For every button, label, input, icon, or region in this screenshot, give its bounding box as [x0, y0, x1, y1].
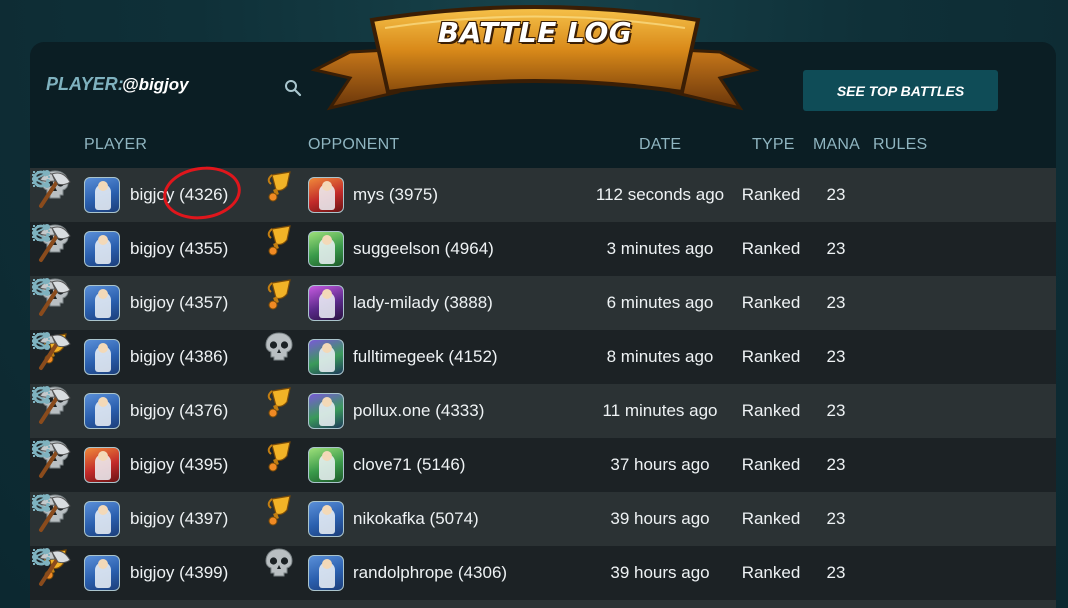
mana-cap: 23: [826, 239, 846, 258]
player-avatar[interactable]: [84, 231, 120, 267]
share-icon[interactable]: [30, 384, 52, 411]
opponent-name-rating[interactable]: nikokafka (5074): [353, 509, 479, 529]
battle-type: Ranked: [741, 347, 801, 366]
search-icon[interactable]: [284, 79, 302, 97]
battle-date: 112 seconds ago: [595, 185, 725, 204]
table-row[interactable]: bigjoy (4355) suggeelson (4964) 3 minute…: [30, 222, 1056, 276]
battle-date: 11 minutes ago: [602, 401, 718, 420]
player-name: @bigjoy: [122, 75, 189, 94]
player-avatar[interactable]: [84, 447, 120, 483]
share-icon[interactable]: [30, 330, 52, 357]
opponent-name-rating[interactable]: suggeelson (4964): [353, 239, 494, 259]
opponent-avatar[interactable]: [308, 447, 344, 483]
opponent-avatar[interactable]: [308, 231, 344, 267]
opponent-avatar[interactable]: [308, 501, 344, 537]
player-name-rating[interactable]: bigjoy (4376): [130, 401, 228, 421]
player-label: PLAYER:: [46, 74, 124, 94]
trophy-icon: [262, 492, 296, 546]
player-name-rating[interactable]: bigjoy (4399): [130, 563, 228, 583]
share-icon[interactable]: [30, 438, 52, 465]
trophy-icon: [262, 222, 296, 276]
battle-date: 39 hours ago: [610, 563, 710, 582]
share-icon[interactable]: [30, 546, 52, 573]
banner-title: BATTLE LOG: [437, 16, 633, 49]
column-header-rules[interactable]: RULES: [873, 136, 927, 154]
battle-date: 39 hours ago: [610, 509, 710, 528]
battle-log-banner: BATTLE LOG: [310, 0, 760, 120]
opponent-avatar[interactable]: [308, 393, 344, 429]
mana-cap: 23: [826, 509, 846, 528]
player-name-rating[interactable]: bigjoy (4357): [130, 293, 228, 313]
opponent-avatar[interactable]: [308, 339, 344, 375]
battle-date: 3 minutes ago: [606, 239, 714, 258]
player-name-rating[interactable]: bigjoy (4386): [130, 347, 228, 367]
player-name-rating[interactable]: bigjoy (4395): [130, 455, 228, 475]
opponent-name-rating[interactable]: pollux.one (4333): [353, 401, 484, 421]
battle-date: 6 minutes ago: [606, 293, 714, 312]
opponent-name-rating[interactable]: fulltimegeek (4152): [353, 347, 498, 367]
battle-date: 37 hours ago: [610, 455, 710, 474]
mana-cap: 23: [826, 185, 846, 204]
battle-type: Ranked: [741, 509, 801, 528]
mana-cap: 23: [826, 401, 846, 420]
see-top-battles-button[interactable]: SEE TOP BATTLES: [803, 70, 998, 111]
battle-date: 8 minutes ago: [606, 347, 714, 366]
mana-cap: 23: [826, 293, 846, 312]
mana-cap: 23: [826, 455, 846, 474]
player-avatar[interactable]: [84, 393, 120, 429]
table-row[interactable]: bigjoy (4376) pollux.one (4333) 11 minut…: [30, 384, 1056, 438]
player-avatar[interactable]: [84, 501, 120, 537]
share-icon[interactable]: [30, 222, 52, 249]
mana-cap: 23: [826, 563, 846, 582]
table-row[interactable]: bigjoy (4395) clove71 (5146) 37 hours ag…: [30, 438, 1056, 492]
table-row[interactable]: bigjoy (4399) randolphrope (4306) 39 hou…: [30, 546, 1056, 600]
player-avatar[interactable]: [84, 285, 120, 321]
opponent-avatar[interactable]: [308, 177, 344, 213]
battle-type: Ranked: [741, 185, 801, 204]
column-header-mana[interactable]: MANA: [813, 136, 860, 154]
trophy-icon: [262, 384, 296, 438]
player-name-rating[interactable]: bigjoy (4397): [130, 509, 228, 529]
skull-icon: [262, 330, 296, 384]
battle-type: Ranked: [741, 239, 801, 258]
battle-type: Ranked: [741, 455, 801, 474]
table-row[interactable]: bigjoy (4386) fulltimegeek (4152) 8 minu…: [30, 330, 1056, 384]
battle-type: Ranked: [741, 401, 801, 420]
battle-type: Ranked: [741, 293, 801, 312]
table-row[interactable]: bigjoy (4357) lady-milady (3888) 6 minut…: [30, 276, 1056, 330]
opponent-avatar[interactable]: [308, 555, 344, 591]
table-row[interactable]: bigjoy (4397) nikokafka (5074) 39 hours …: [30, 492, 1056, 546]
opponent-name-rating[interactable]: clove71 (5146): [353, 455, 465, 475]
share-icon[interactable]: [30, 276, 52, 303]
column-header-type[interactable]: TYPE: [752, 136, 795, 154]
skull-icon: [262, 546, 296, 600]
trophy-icon: [262, 168, 296, 222]
column-header-player[interactable]: PLAYER: [84, 136, 147, 154]
column-header-opponent[interactable]: OPPONENT: [308, 136, 399, 154]
opponent-name-rating[interactable]: randolphrope (4306): [353, 563, 507, 583]
opponent-avatar[interactable]: [308, 285, 344, 321]
column-header-date[interactable]: DATE: [639, 136, 681, 154]
trophy-icon: [262, 276, 296, 330]
next-row-edge: [30, 600, 1056, 608]
share-icon[interactable]: [30, 168, 52, 195]
opponent-name-rating[interactable]: lady-milady (3888): [353, 293, 493, 313]
player-avatar[interactable]: [84, 177, 120, 213]
player-name-rating[interactable]: bigjoy (4355): [130, 239, 228, 259]
player-avatar[interactable]: [84, 555, 120, 591]
opponent-name-rating[interactable]: mys (3975): [353, 185, 438, 205]
share-icon[interactable]: [30, 492, 52, 519]
mana-cap: 23: [826, 347, 846, 366]
player-avatar[interactable]: [84, 339, 120, 375]
battle-type: Ranked: [741, 563, 801, 582]
trophy-icon: [262, 438, 296, 492]
